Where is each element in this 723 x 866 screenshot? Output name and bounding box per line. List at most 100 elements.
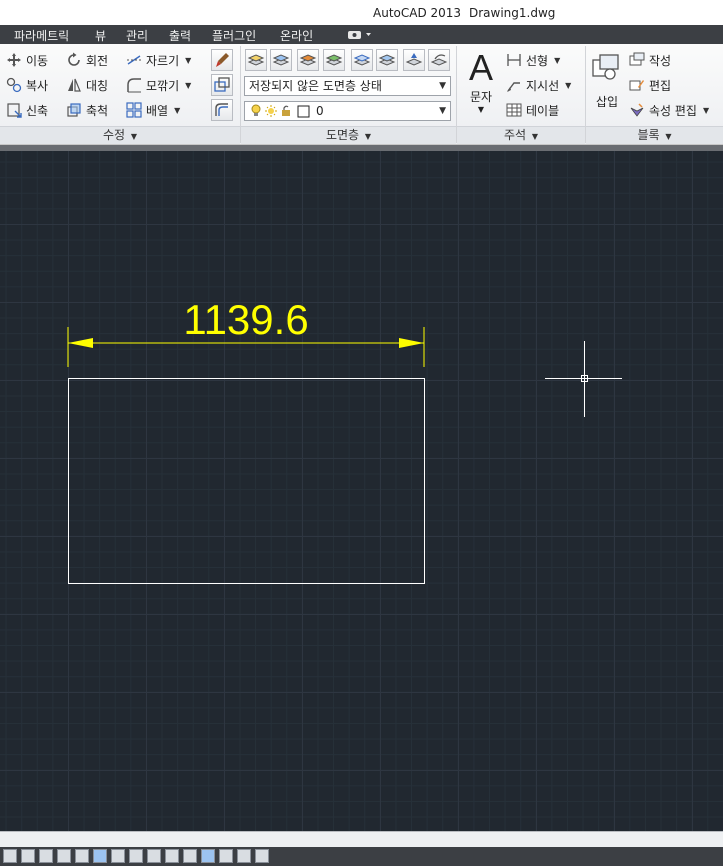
tab-online[interactable]: 온라인 (280, 27, 313, 44)
edit-block-icon (629, 77, 645, 93)
chevron-down-icon: ▼ (665, 132, 672, 141)
linear-dimension[interactable]: 1139.6 (67, 296, 425, 367)
grid-display-icon[interactable] (39, 849, 53, 863)
brush-icon (216, 53, 229, 67)
transparency-icon[interactable] (201, 849, 215, 863)
chevron-down-icon[interactable]: ▼ (565, 81, 571, 90)
dimension-text: 1139.6 (183, 296, 308, 343)
layer-match-icon (353, 54, 371, 66)
array-button[interactable]: 배열 ▼ (126, 100, 180, 120)
ortho-mode-icon[interactable] (57, 849, 71, 863)
layer-freeze-button[interactable] (403, 49, 425, 71)
text-button[interactable]: A 문자 ▼ (463, 48, 499, 122)
move-label: 이동 (26, 53, 49, 68)
layer-properties-button[interactable] (245, 49, 267, 71)
modify-panel-title[interactable]: 수정 ▼ (0, 126, 240, 144)
block-panel-label: 블록 (637, 128, 660, 142)
layer-unisolate-icon (325, 54, 343, 66)
layer-current-value: 0 (316, 104, 324, 118)
layer-status-icons (251, 104, 310, 118)
create-block-icon (629, 52, 645, 68)
annotation-panel-label: 주석 (503, 128, 527, 142)
copy-button[interactable]: 복사 (6, 75, 48, 95)
layers-panel-title[interactable]: 도면층 ▼ (241, 126, 456, 144)
rectangle-entity[interactable] (68, 378, 425, 584)
drawing-canvas[interactable]: 1139.6 (0, 151, 723, 831)
object-snap-icon[interactable] (93, 849, 107, 863)
layer-off-icon (430, 54, 448, 66)
drawing-viewport: 1139.6 (67, 296, 622, 584)
scale-button[interactable]: 축척 (66, 100, 108, 120)
arrowhead-left (68, 338, 93, 348)
object-snap-tracking-icon[interactable] (129, 849, 143, 863)
offset-icon (215, 103, 228, 116)
coordinates-toggle-icon[interactable] (3, 849, 17, 863)
mirror-button[interactable]: 대칭 (66, 75, 108, 95)
move-button[interactable]: 이동 (6, 50, 48, 70)
tab-output[interactable]: 출력 (169, 27, 191, 44)
stretch-button[interactable]: 신축 (6, 100, 48, 120)
attr-edit-label: 속성 편집 (649, 103, 697, 118)
create-block-button[interactable]: 작성 (629, 50, 671, 70)
trim-button[interactable]: 자르기 ▼ (126, 50, 191, 70)
tab-plugins[interactable]: 플러그인 (212, 27, 256, 44)
layer-state-value: 저장되지 않은 도면층 상태 (249, 79, 382, 93)
selection-cycling-icon[interactable] (237, 849, 251, 863)
tab-parametric[interactable]: 파라메트릭 (14, 27, 69, 44)
chevron-down-icon[interactable]: ▼ (554, 56, 560, 65)
layer-isolate-button[interactable] (297, 49, 319, 71)
tab-view[interactable]: 뷰 (95, 27, 106, 44)
leader-button[interactable]: 지시선 ▼ (506, 75, 571, 95)
annotation-monitor-icon[interactable] (255, 849, 269, 863)
crosshair-cursor (545, 341, 622, 417)
layer-state-combo[interactable]: 저장되지 않은 도면층 상태 ▼ (244, 76, 451, 96)
dynamic-input-icon[interactable] (165, 849, 179, 863)
chevron-down-icon[interactable]: ▼ (185, 81, 191, 90)
leader-icon (506, 77, 522, 93)
ribbon-toggle-icon[interactable] (347, 29, 373, 40)
chevron-down-icon[interactable]: ▼ (185, 56, 191, 65)
layer-match-button[interactable] (351, 49, 373, 71)
chevron-down-icon[interactable]: ▼ (174, 106, 180, 115)
create-label: 작성 (649, 53, 672, 68)
edit-attributes-button[interactable]: 속성 편집 ▼ (629, 100, 709, 120)
3d-align-button[interactable] (211, 74, 233, 96)
layer-previous-button[interactable] (376, 49, 398, 71)
linear-dimension-button[interactable]: 선형 ▼ (506, 50, 560, 70)
edit-block-button[interactable]: 편집 (629, 75, 671, 95)
array-label: 배열 (146, 103, 169, 118)
layer-state-button[interactable] (270, 49, 292, 71)
linear-label: 선형 (526, 53, 549, 68)
polar-tracking-icon[interactable] (75, 849, 89, 863)
leader-label: 지시선 (526, 78, 560, 93)
lineweight-icon[interactable] (183, 849, 197, 863)
fillet-icon (126, 77, 142, 93)
snap-mode-icon[interactable] (21, 849, 35, 863)
quick-properties-icon[interactable] (219, 849, 233, 863)
command-line-area[interactable] (0, 831, 723, 847)
layer-state-icon (272, 54, 290, 66)
tab-manage[interactable]: 관리 (126, 27, 148, 44)
rotate-icon (66, 52, 82, 68)
fillet-label: 모깎기 (146, 78, 180, 93)
layer-combo[interactable]: 0 ▼ (244, 101, 451, 121)
chevron-down-icon[interactable]: ▼ (703, 106, 709, 115)
insert-block-icon (592, 54, 619, 80)
edit-attributes-icon (629, 102, 645, 118)
stretch-label: 신축 (26, 103, 49, 118)
rotate-button[interactable]: 회전 (66, 50, 108, 70)
block-panel-title[interactable]: 블록 ▼ (586, 126, 723, 144)
layers-icon (247, 54, 265, 66)
table-button[interactable]: 테이블 (506, 100, 559, 120)
3d-object-snap-icon[interactable] (111, 849, 125, 863)
annotation-panel-title[interactable]: 주석 ▼ (457, 126, 585, 144)
match-properties-button[interactable] (211, 49, 233, 71)
layer-off-button[interactable] (428, 49, 450, 71)
ribbon-tab-bar: 파라메트릭 뷰 관리 출력 플러그인 온라인 (0, 25, 723, 44)
layer-unisolate-button[interactable] (323, 49, 345, 71)
fillet-button[interactable]: 모깎기 ▼ (126, 75, 191, 95)
stretch-icon (6, 102, 22, 118)
offset-button[interactable] (211, 99, 233, 121)
dynamic-ucs-icon[interactable] (147, 849, 161, 863)
insert-block-button[interactable]: 삽입 (590, 52, 624, 122)
